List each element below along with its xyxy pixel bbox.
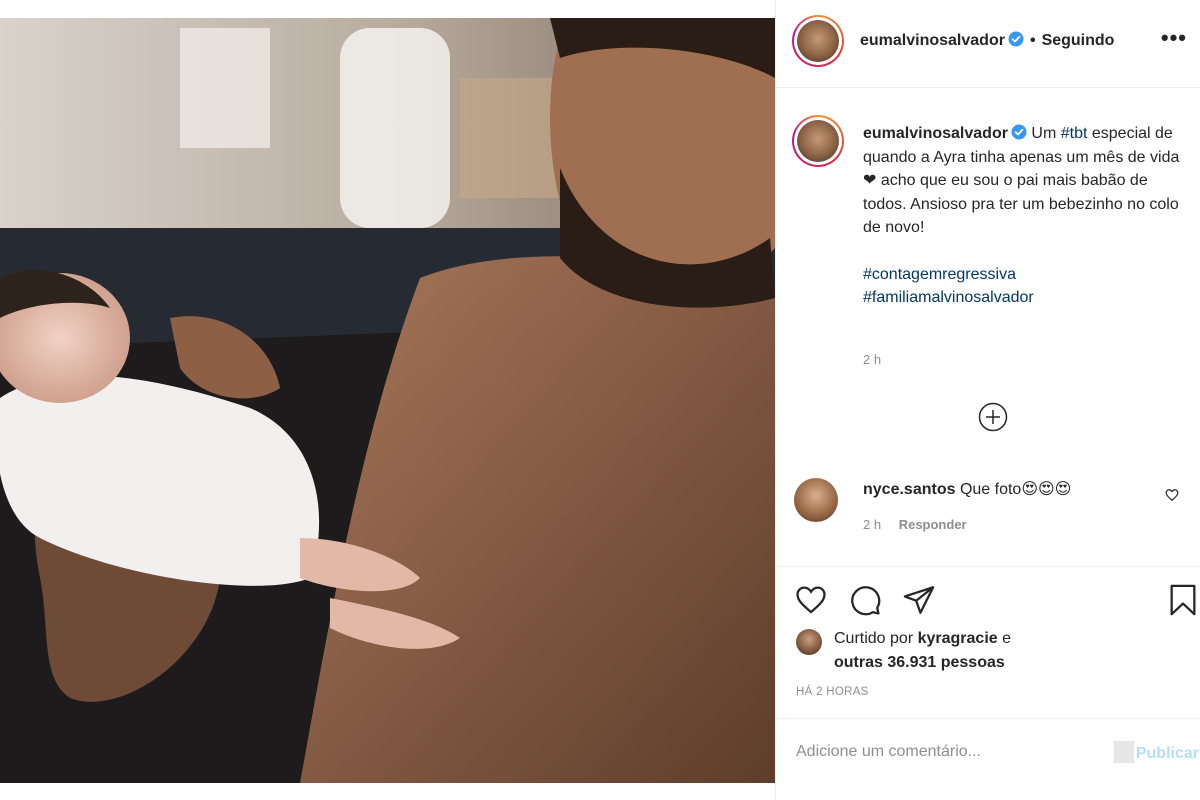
caption-intro: Um — [1031, 125, 1061, 142]
comment-text: nyce.santos Que foto😍😍😍 — [863, 479, 1071, 499]
commenter-avatar[interactable] — [794, 478, 838, 522]
liker-avatar[interactable] — [796, 629, 822, 655]
comment-input[interactable] — [796, 743, 1096, 761]
post-photo[interactable] — [0, 18, 775, 783]
plus-circle-icon[interactable] — [978, 402, 1008, 432]
verified-badge-icon — [1008, 31, 1024, 47]
publish-label: Publicar — [1135, 745, 1199, 762]
caption-hashtags: #contagemregressiva #familiamalvinosalva… — [863, 263, 1183, 310]
likes-text: Curtido por kyragracie e outras 36.931 p… — [834, 627, 1134, 675]
commenter-username[interactable]: nyce.santos — [863, 481, 955, 498]
comment-meta: 2 h Responder — [863, 517, 967, 532]
share-icon[interactable] — [902, 583, 936, 617]
post-media-pane — [0, 0, 775, 800]
add-comment-bar: Publicar — [776, 718, 1200, 788]
author-username[interactable]: eumalvinosalvador — [860, 32, 1005, 49]
resize-grip-icon — [1113, 741, 1134, 763]
hashtag-contagemregressiva[interactable]: #contagemregressiva — [863, 263, 1183, 287]
likes-others[interactable]: outras 36.931 pessoas — [834, 654, 1005, 671]
author-row: eumalvinosalvador • Seguindo — [860, 31, 1114, 50]
hashtag-tbt[interactable]: #tbt — [1061, 125, 1088, 142]
comment-body: Que foto😍😍😍 — [959, 481, 1072, 498]
post-header: eumalvinosalvador • Seguindo ••• — [776, 0, 1200, 88]
likes-prefix: Curtido por — [834, 630, 918, 647]
reply-button[interactable]: Responder — [899, 517, 967, 532]
caption-author-username[interactable]: eumalvinosalvador — [863, 125, 1008, 142]
more-options-icon[interactable]: ••• — [1161, 27, 1187, 49]
author-avatar[interactable] — [792, 15, 844, 67]
following-button[interactable]: Seguindo — [1042, 32, 1115, 49]
heart-icon[interactable] — [794, 583, 828, 617]
post-sidebar: eumalvinosalvador • Seguindo ••• eumalvino… — [775, 0, 1200, 800]
liker-username[interactable]: kyragracie — [918, 630, 998, 647]
comment-like-heart-icon[interactable] — [1165, 488, 1179, 502]
caption-text: eumalvinosalvador Um #tbt especial de qu… — [863, 122, 1183, 310]
caption-timestamp[interactable]: 2 h — [863, 352, 881, 367]
hashtag-familiamalvinosalvador[interactable]: #familiamalvinosalvador — [863, 286, 1183, 310]
post-photo-illustration — [0, 18, 775, 783]
comment-timestamp[interactable]: 2 h — [863, 517, 881, 532]
publish-button[interactable]: Publicar — [1113, 741, 1199, 763]
verified-badge-icon — [1011, 124, 1027, 140]
comment-icon[interactable] — [848, 583, 882, 617]
post-timestamp[interactable]: HÁ 2 HORAS — [796, 686, 869, 698]
bookmark-icon[interactable] — [1166, 583, 1200, 617]
separator-dot: • — [1029, 32, 1036, 49]
caption-author-avatar[interactable] — [792, 115, 844, 167]
likes-connector: e — [997, 630, 1011, 647]
